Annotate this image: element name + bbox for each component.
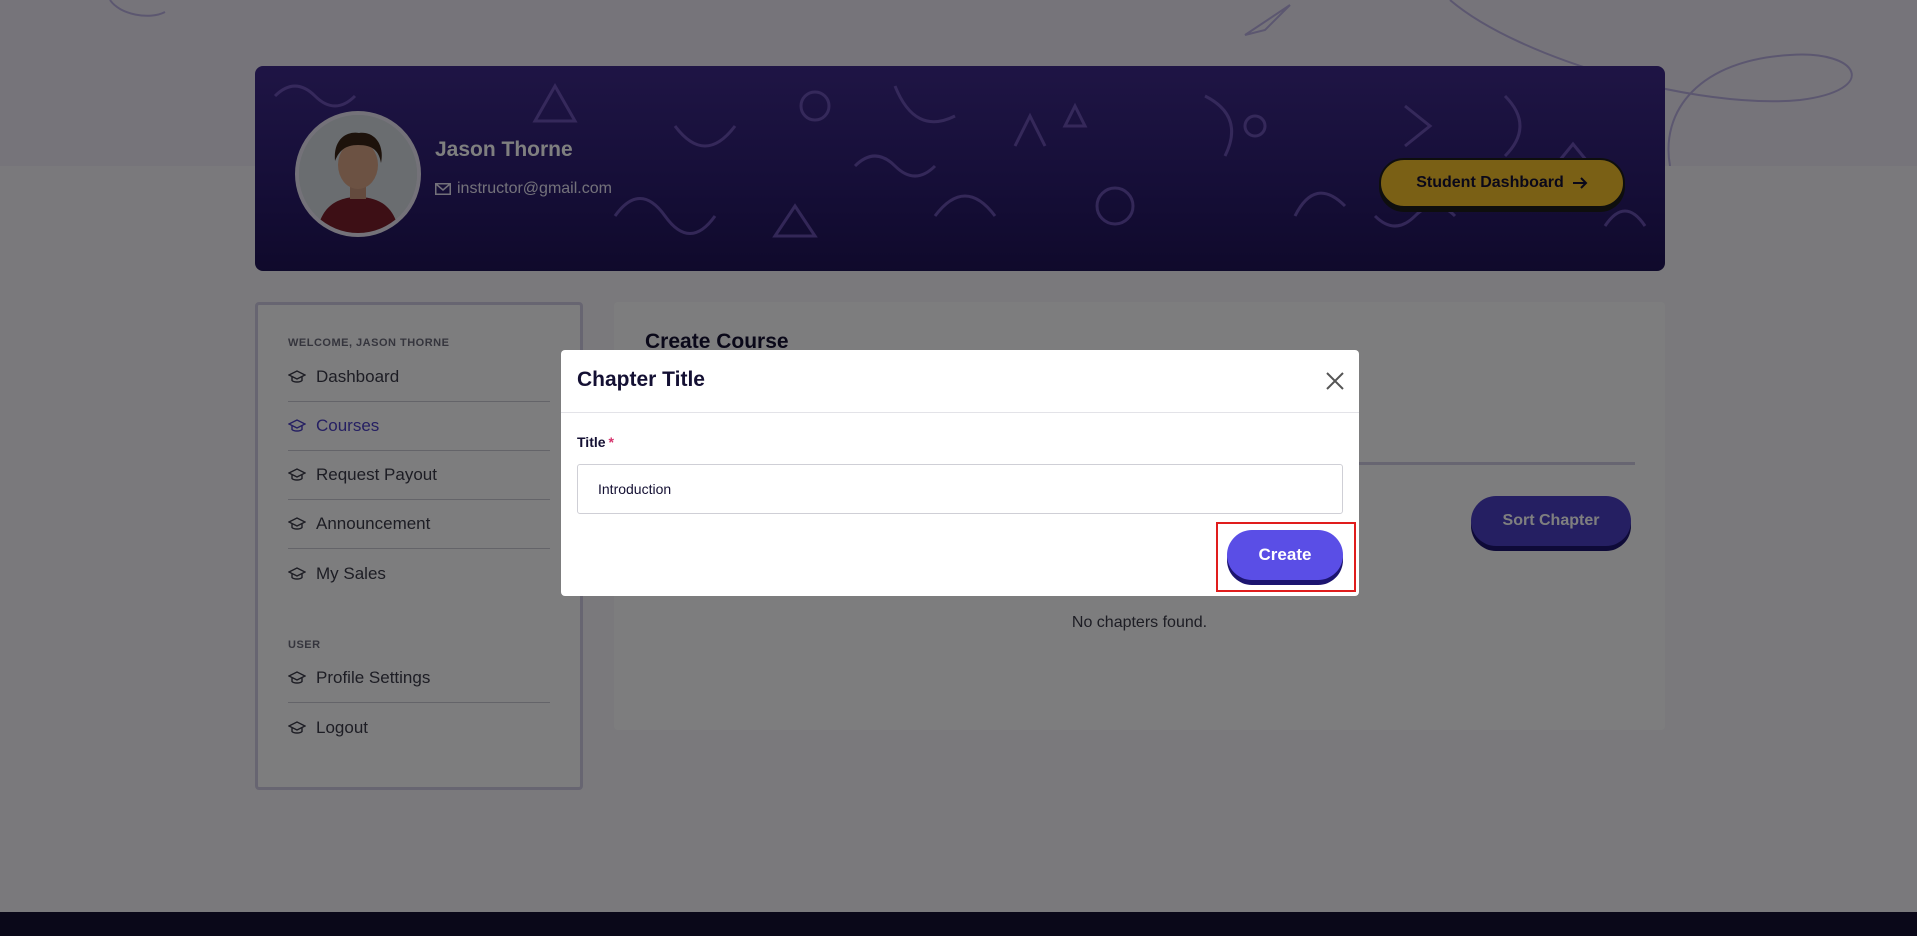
create-button[interactable]: Create: [1227, 530, 1343, 580]
modal-title: Chapter Title: [577, 368, 705, 391]
close-icon[interactable]: [1324, 370, 1346, 392]
modal-header: Chapter Title: [561, 350, 1359, 413]
required-marker: *: [608, 434, 614, 450]
chapter-title-input[interactable]: [577, 464, 1343, 514]
title-field-label-text: Title: [577, 434, 606, 450]
title-field-label: Title *: [577, 434, 614, 450]
chapter-title-modal: Chapter Title Title* Create: [561, 350, 1359, 596]
